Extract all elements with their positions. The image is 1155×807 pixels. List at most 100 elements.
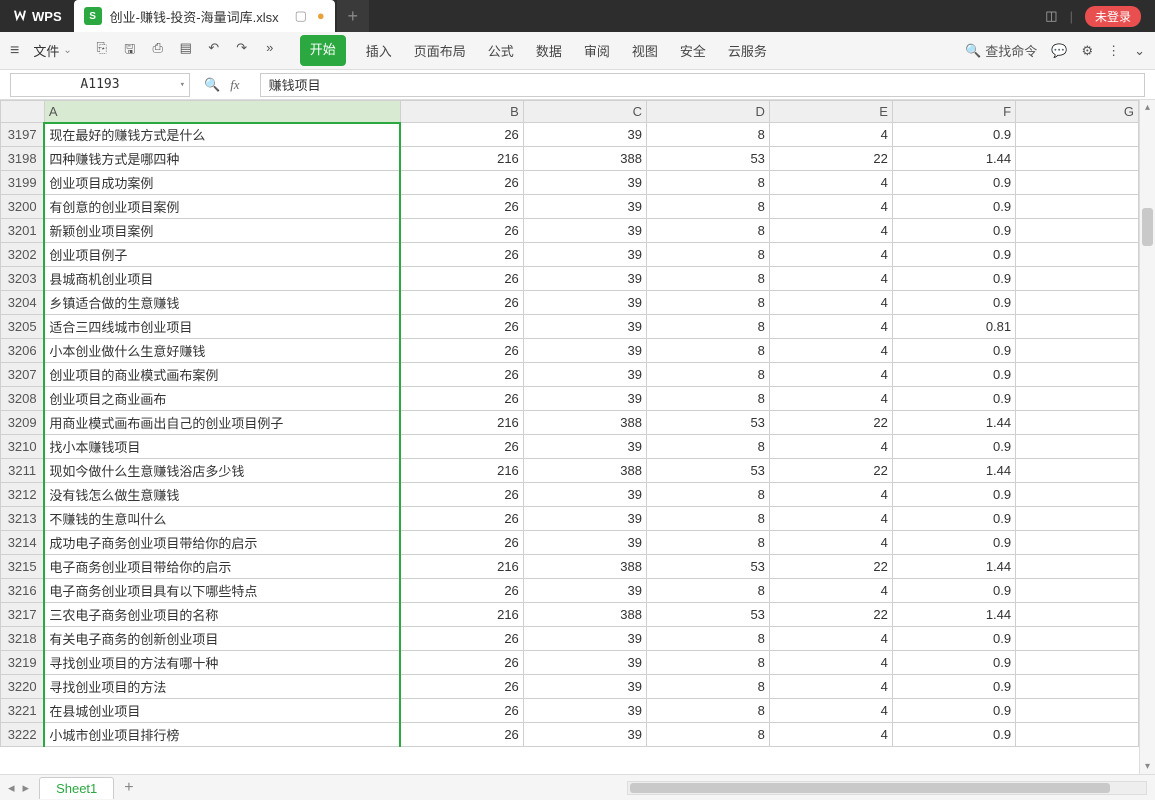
cell[interactable]: 小城市创业项目排行榜 [44,723,400,747]
cell[interactable]: 39 [523,291,646,315]
cell[interactable]: 1.44 [892,555,1015,579]
cell[interactable]: 26 [400,315,523,339]
cell[interactable]: 找小本赚钱项目 [44,435,400,459]
col-header-B[interactable]: B [400,101,523,123]
cell[interactable]: 53 [646,555,769,579]
cell[interactable]: 39 [523,651,646,675]
row-header[interactable]: 3204 [1,291,45,315]
cell[interactable] [1016,675,1139,699]
cell[interactable] [1016,723,1139,747]
cell[interactable]: 8 [646,627,769,651]
cell[interactable] [1016,627,1139,651]
cell[interactable]: 4 [769,291,892,315]
cell[interactable]: 0.81 [892,315,1015,339]
cell[interactable]: 26 [400,723,523,747]
cell[interactable]: 26 [400,579,523,603]
cell[interactable] [1016,267,1139,291]
cell[interactable]: 4 [769,507,892,531]
ribbon-tab-6[interactable]: 视图 [630,35,660,66]
cell[interactable] [1016,363,1139,387]
sheet-prev-icon[interactable]: ◂ [8,780,15,796]
cell[interactable]: 8 [646,699,769,723]
cell[interactable]: 39 [523,435,646,459]
cell[interactable]: 4 [769,723,892,747]
cell[interactable]: 8 [646,435,769,459]
ribbon-tab-2[interactable]: 页面布局 [412,35,468,66]
cell[interactable] [1016,387,1139,411]
cell[interactable]: 8 [646,219,769,243]
print-preview-icon[interactable]: ▤ [178,40,194,62]
vertical-scrollbar[interactable]: ▴ ▾ [1139,100,1155,774]
row-header[interactable]: 3199 [1,171,45,195]
add-sheet-button[interactable]: + [124,779,133,797]
cell[interactable]: 用商业模式画布画出自己的创业项目例子 [44,411,400,435]
cell[interactable] [1016,459,1139,483]
cell[interactable]: 4 [769,579,892,603]
fx-icon[interactable]: fx [230,77,239,93]
cell[interactable]: 216 [400,147,523,171]
cell[interactable] [1016,195,1139,219]
cell[interactable]: 39 [523,531,646,555]
cell[interactable]: 39 [523,507,646,531]
cell[interactable]: 在县城创业项目 [44,699,400,723]
cell[interactable]: 4 [769,315,892,339]
cell[interactable] [1016,603,1139,627]
cell[interactable]: 8 [646,387,769,411]
cell[interactable]: 0.9 [892,483,1015,507]
row-header[interactable]: 3208 [1,387,45,411]
row-header[interactable]: 3215 [1,555,45,579]
cell[interactable]: 26 [400,651,523,675]
cell[interactable]: 26 [400,507,523,531]
cell[interactable]: 39 [523,723,646,747]
row-header[interactable]: 3222 [1,723,45,747]
cell[interactable] [1016,411,1139,435]
row-header[interactable]: 3220 [1,675,45,699]
row-header[interactable]: 3216 [1,579,45,603]
cell[interactable]: 4 [769,699,892,723]
cell[interactable]: 26 [400,675,523,699]
cell[interactable]: 53 [646,459,769,483]
file-menu[interactable]: 文件 ⌄ [25,37,79,64]
row-header[interactable]: 3213 [1,507,45,531]
cell[interactable] [1016,147,1139,171]
cell[interactable]: 0.9 [892,339,1015,363]
cell[interactable]: 1.44 [892,603,1015,627]
cell[interactable]: 1.44 [892,147,1015,171]
cell[interactable]: 8 [646,723,769,747]
row-header[interactable]: 3211 [1,459,45,483]
cell[interactable]: 39 [523,123,646,147]
cell[interactable]: 4 [769,363,892,387]
cell[interactable]: 8 [646,363,769,387]
cell[interactable]: 8 [646,123,769,147]
open-icon[interactable]: ⎘ [94,40,110,62]
cell[interactable]: 现在最好的赚钱方式是什么 [44,123,400,147]
cell[interactable]: 39 [523,699,646,723]
horizontal-scrollbar[interactable] [627,781,1147,795]
cell[interactable]: 有关电子商务的创新创业项目 [44,627,400,651]
cell[interactable] [1016,579,1139,603]
cell[interactable]: 4 [769,267,892,291]
cell[interactable]: 22 [769,411,892,435]
cell[interactable]: 0.9 [892,627,1015,651]
scroll-thumb[interactable] [1142,208,1153,246]
cell[interactable]: 26 [400,243,523,267]
cell[interactable]: 0.9 [892,171,1015,195]
cell[interactable] [1016,699,1139,723]
cell[interactable]: 4 [769,123,892,147]
cell[interactable]: 39 [523,219,646,243]
cell[interactable]: 0.9 [892,123,1015,147]
cell[interactable]: 小本创业做什么生意好赚钱 [44,339,400,363]
cell[interactable]: 8 [646,291,769,315]
cell[interactable]: 创业项目例子 [44,243,400,267]
cell[interactable]: 53 [646,147,769,171]
cell[interactable]: 0.9 [892,291,1015,315]
cell[interactable]: 4 [769,531,892,555]
row-header[interactable]: 3217 [1,603,45,627]
cell[interactable]: 216 [400,603,523,627]
kebab-icon[interactable]: ⋮ [1107,43,1120,59]
row-header[interactable]: 3205 [1,315,45,339]
cell[interactable]: 不赚钱的生意叫什么 [44,507,400,531]
chat-icon[interactable]: 💬 [1051,43,1067,59]
login-badge[interactable]: 未登录 [1085,6,1141,27]
cell[interactable]: 1.44 [892,411,1015,435]
